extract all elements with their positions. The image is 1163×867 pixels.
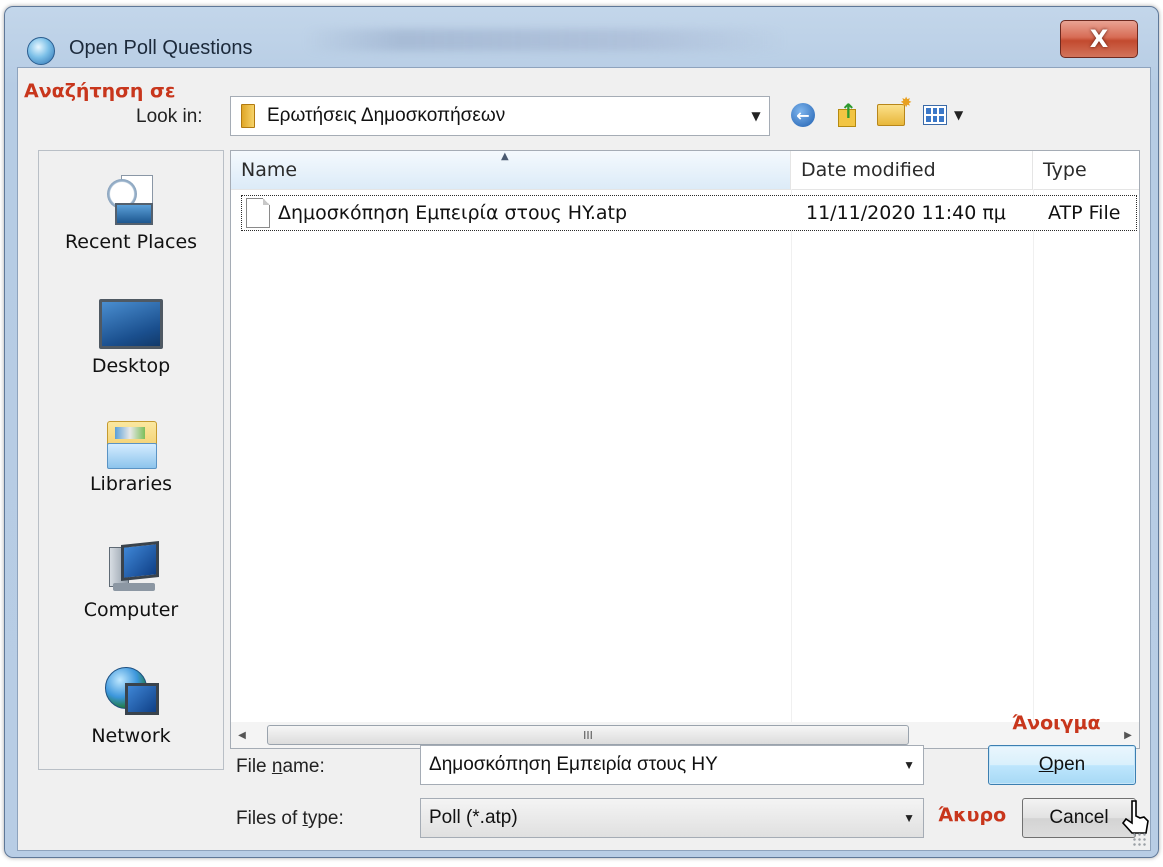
file-type-dropdown[interactable]: Poll (*.atp) ▼ [420,798,924,838]
view-menu-button[interactable] [920,100,950,130]
open-dialog-window: Open Poll Questions X Αναζήτηση σε Look … [4,6,1159,858]
open-button[interactable]: Open [988,745,1136,785]
file-name-value: Δημοσκόπηση Εμπειρία στους HY [429,754,718,775]
resize-grip-icon[interactable] [1132,832,1146,846]
place-computer[interactable]: Computer [39,541,223,621]
place-label: Computer [83,599,179,621]
place-label: Network [91,725,171,747]
file-icon [246,198,270,228]
folder-icon [241,104,255,128]
title-bar[interactable]: Open Poll Questions X [5,7,1158,71]
scroll-left-icon[interactable]: ◀ [231,722,253,748]
close-icon: X [1089,25,1109,53]
column-header-row: Name ▲ Date modified Type [231,151,1139,190]
up-folder-icon [836,99,858,127]
file-type-label: Files of type: [236,808,344,829]
place-recent-places[interactable]: Recent Places [39,173,223,253]
column-header-type[interactable]: Type [1033,151,1139,189]
look-in-label: Look in: [136,106,203,127]
open-greek-annotation: Άνοιγμα [1012,712,1101,734]
app-icon [27,37,55,65]
file-row[interactable]: Δημοσκόπηση Εμπειρία στους HY.atp 11/11/… [241,195,1137,231]
libraries-icon [105,421,157,469]
column-header-label: Name [241,159,298,181]
column-header-date-modified[interactable]: Date modified [791,151,1033,189]
new-folder-icon [877,95,912,126]
place-label: Desktop [91,355,171,377]
look-in-greek-annotation: Αναζήτηση σε [24,80,176,102]
look-in-dropdown[interactable]: Ερωτήσεις Δημοσκοπήσεων ▼ [230,96,770,136]
place-desktop[interactable]: Desktop [39,299,223,377]
dropdown-arrow-icon[interactable]: ▼ [743,109,769,123]
scrollbar-grip-icon: III [583,728,593,742]
file-name-combobox[interactable]: Δημοσκόπηση Εμπειρία στους HY ▼ [420,745,924,785]
dropdown-arrow-icon[interactable]: ▼ [903,758,915,772]
new-folder-button[interactable] [876,95,912,130]
file-name-cell: Δημοσκόπηση Εμπειρία στους HY.atp [246,196,786,230]
cancel-greek-annotation: Άκυρο [938,804,1007,826]
column-divider [1033,189,1034,723]
network-icon [105,667,159,719]
place-label: Libraries [89,473,173,495]
column-header-name[interactable]: Name [231,151,791,189]
title-bar-background-blur [305,29,785,51]
view-menu-icon [923,105,947,125]
place-network[interactable]: Network [39,667,223,747]
recent-places-icon [105,173,157,225]
back-icon: ← [791,103,815,127]
desktop-icon [99,299,163,349]
column-header-label: Date modified [801,159,936,181]
dropdown-arrow-icon[interactable]: ▼ [903,811,915,825]
column-header-label: Type [1043,159,1087,181]
navigation-toolbar: ← ▼ [788,95,963,134]
file-type-cell: ATP File [1048,202,1121,224]
column-divider [791,189,792,723]
scrollbar-thumb[interactable]: III [267,725,909,745]
window-title: Open Poll Questions [69,37,253,59]
place-libraries[interactable]: Libraries [39,421,223,495]
back-button[interactable]: ← [788,100,818,130]
file-date-cell: 11/11/2020 11:40 πμ [806,202,1006,224]
file-type-value: Poll (*.atp) [429,807,518,828]
close-button[interactable]: X [1060,20,1138,58]
view-menu-arrow-icon[interactable]: ▼ [954,108,963,122]
places-bar: Recent Places Desktop Libraries Computer… [38,150,224,770]
computer-icon [105,541,159,593]
dialog-client-area: Αναζήτηση σε Look in: Ερωτήσεις Δημοσκοπ… [17,67,1151,851]
file-name: Δημοσκόπηση Εμπειρία στους HY.atp [278,202,628,224]
up-one-level-button[interactable] [832,99,862,130]
sort-ascending-icon: ▲ [501,151,509,162]
file-list[interactable]: Name ▲ Date modified Type Δημοσκόπηση Εμ… [230,150,1140,724]
place-label: Recent Places [64,231,198,253]
file-name-label: File name: [236,756,325,777]
cancel-button[interactable]: Cancel [1022,798,1136,838]
look-in-value: Ερωτήσεις Δημοσκοπήσεων [267,105,506,126]
